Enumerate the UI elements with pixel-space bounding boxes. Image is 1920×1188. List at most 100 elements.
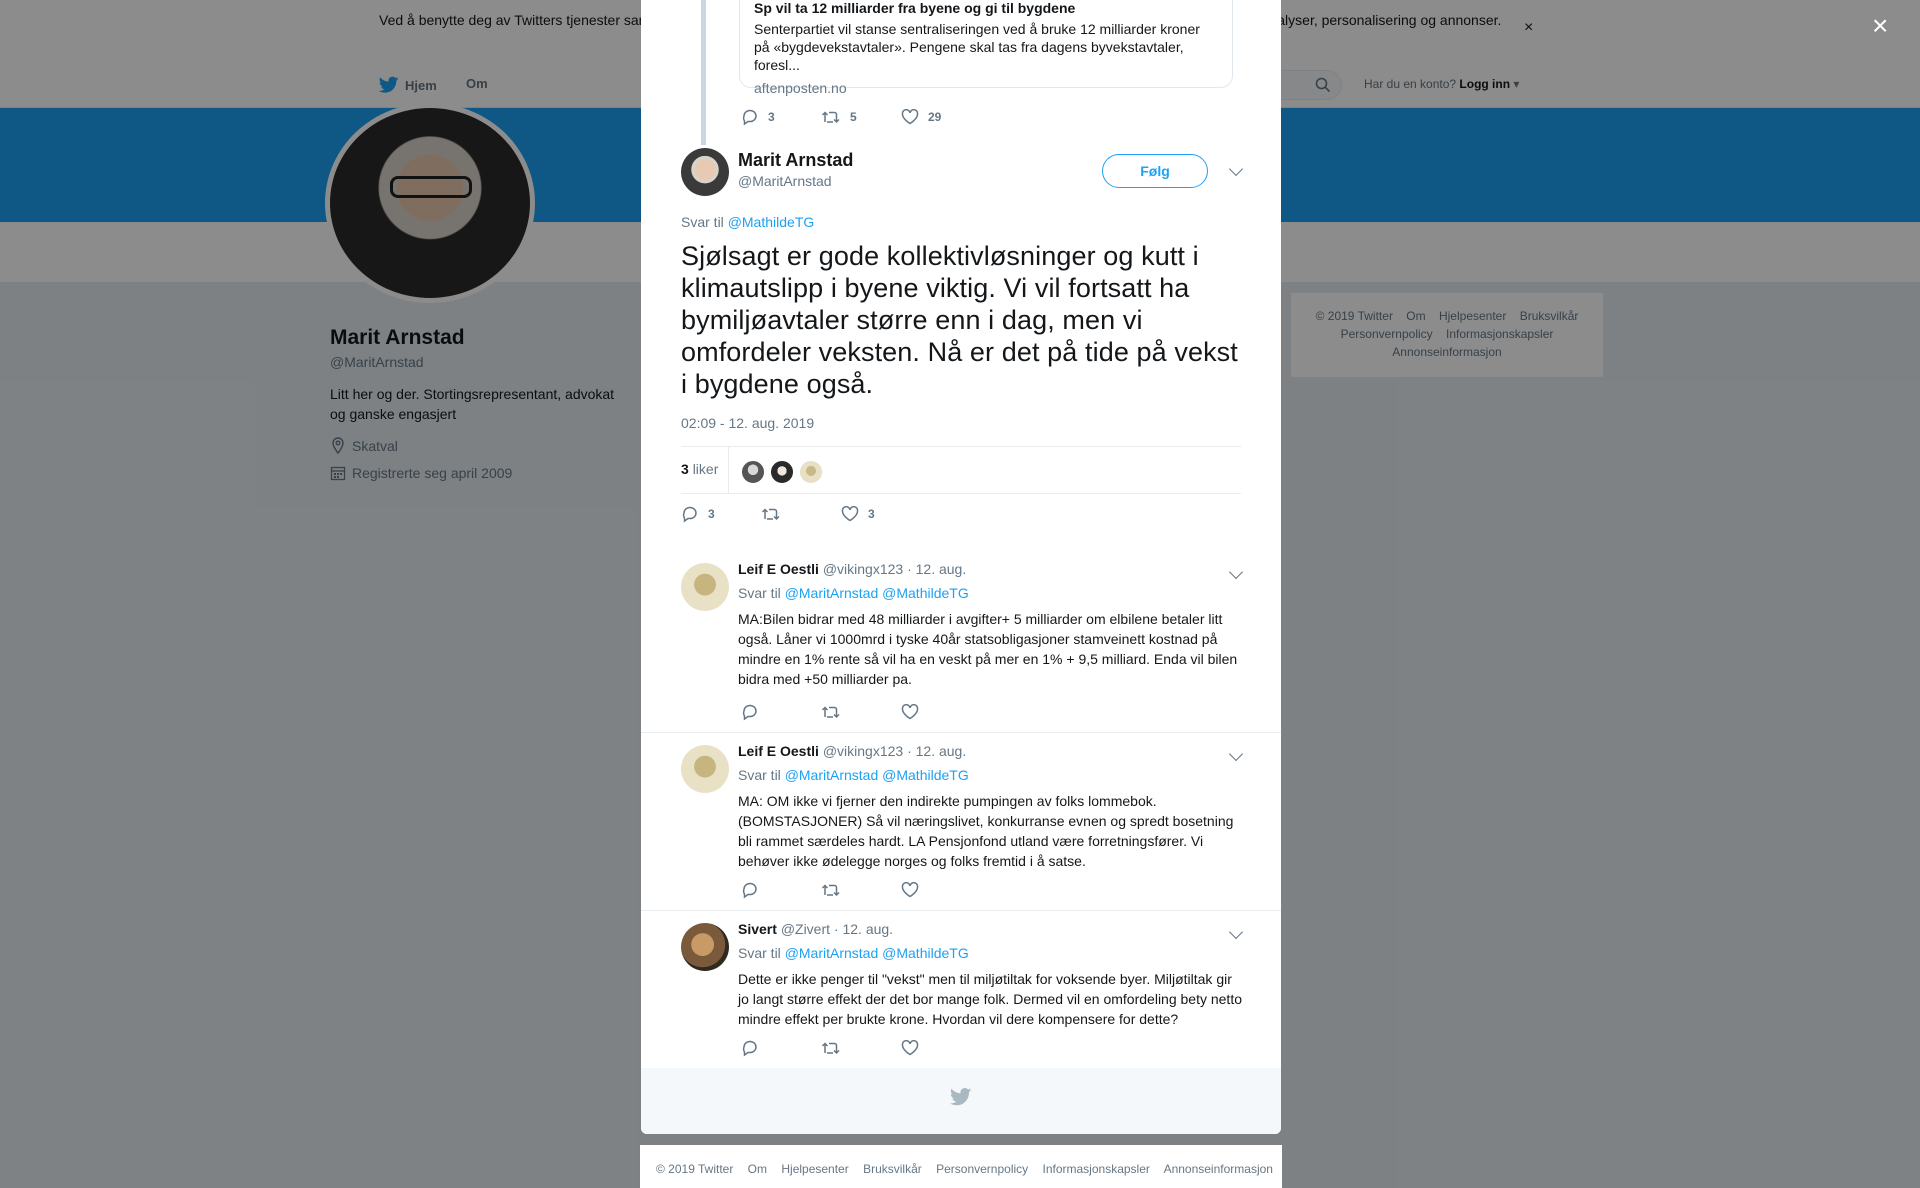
reply-actions: [741, 1039, 981, 1057]
link-card[interactable]: Sp vil ta 12 milliarder fra byene og gi …: [739, 0, 1233, 96]
close-icon[interactable]: ×: [1872, 12, 1888, 40]
retweet-icon: [821, 111, 840, 124]
reply-author-avatar[interactable]: [681, 923, 729, 971]
reply-count: 3: [768, 110, 775, 124]
chevron-down-icon[interactable]: [1228, 564, 1244, 580]
reply-author-name[interactable]: Sivert: [738, 921, 777, 937]
reply-date[interactable]: · 12. aug.: [907, 743, 966, 759]
chevron-down-icon[interactable]: [1228, 161, 1244, 177]
like-icon: [901, 882, 919, 898]
retweet-button[interactable]: [761, 505, 841, 523]
reply-author-avatar[interactable]: [681, 745, 729, 793]
reply-to-line: Svar til @MaritArnstad @MathildeTG: [738, 945, 969, 961]
link-card-title: Sp vil ta 12 milliarder fra byene og gi …: [754, 0, 1076, 16]
like-button[interactable]: [901, 703, 981, 721]
like-button[interactable]: [901, 1039, 981, 1057]
footer-link-cookies[interactable]: Informasjonskapsler: [1043, 1162, 1150, 1176]
reply-button[interactable]: [741, 1039, 821, 1057]
reply-prefix: Svar til: [738, 767, 781, 783]
footer-link-help[interactable]: Hjelpesenter: [781, 1162, 848, 1176]
mention-link[interactable]: @MaritArnstad @MathildeTG: [785, 945, 969, 961]
like-icon: [901, 1040, 919, 1056]
reply-button[interactable]: 3: [681, 505, 761, 523]
chevron-down-icon[interactable]: [1228, 746, 1244, 762]
reply-tweet[interactable]: Leif E Oestli @vikingx123 · 12. aug. Sva…: [641, 733, 1281, 911]
footer-link-about[interactable]: Om: [748, 1162, 767, 1176]
like-button[interactable]: 3: [841, 505, 921, 523]
reply-prefix: Svar til: [738, 945, 781, 961]
tweet-stats: 3 liker: [681, 446, 1241, 494]
retweet-button[interactable]: [821, 881, 901, 899]
liker-avatar[interactable]: [741, 460, 765, 484]
like-count: 3: [868, 507, 875, 521]
reply-to-line: Svar til @MaritArnstad @MathildeTG: [738, 767, 969, 783]
retweet-icon: [821, 1042, 840, 1055]
page-footer: © 2019 Twitter Om Hjelpesenter Bruksvilk…: [640, 1145, 1282, 1188]
mention-link[interactable]: @MaritArnstad @MathildeTG: [785, 585, 969, 601]
parent-tweet-actions: 3 5 29: [741, 108, 981, 126]
footer-copyright: © 2019 Twitter: [656, 1162, 734, 1176]
likes-stat[interactable]: 3 liker: [681, 461, 718, 477]
reply-author-name[interactable]: Leif E Oestli: [738, 561, 819, 577]
retweet-icon: [821, 706, 840, 719]
reply-button[interactable]: [741, 703, 821, 721]
reply-date[interactable]: · 12. aug.: [834, 921, 893, 937]
tweet-timestamp[interactable]: 02:09 - 12. aug. 2019: [681, 415, 814, 431]
reply-author-handle[interactable]: @Zivert: [781, 921, 830, 937]
reply-icon: [682, 506, 697, 523]
footer-link-privacy[interactable]: Personvernpolicy: [936, 1162, 1028, 1176]
reply-icon: [742, 1040, 757, 1057]
reply-actions: [741, 703, 981, 721]
retweet-icon: [761, 508, 780, 521]
reply-prefix: Svar til: [681, 214, 724, 230]
tweet-modal: Sp vil ta 12 milliarder fra byene og gi …: [641, 0, 1281, 1134]
reply-button[interactable]: 3: [741, 108, 821, 126]
tweet-text: Sjølsagt er gode kollektivløsninger og k…: [681, 241, 1238, 399]
tweet-author-handle[interactable]: @MaritArnstad: [738, 173, 832, 189]
reply-header: Sivert @Zivert · 12. aug.: [738, 921, 893, 937]
tweet-author-avatar[interactable]: [681, 148, 729, 196]
reply-author-handle[interactable]: @vikingx123: [823, 743, 903, 759]
like-button[interactable]: 29: [901, 108, 981, 126]
reply-icon: [742, 882, 757, 899]
reply-button[interactable]: [741, 881, 821, 899]
modal-footer: [641, 1068, 1281, 1134]
like-count: 29: [928, 110, 942, 124]
reply-to-line: Svar til @MathildeTG: [681, 214, 814, 230]
footer-link-terms[interactable]: Bruksvilkår: [863, 1162, 922, 1176]
reply-tweet[interactable]: Sivert @Zivert · 12. aug. Svar til @Mari…: [641, 911, 1281, 1068]
tweet-author-name[interactable]: Marit Arnstad: [738, 150, 853, 171]
likes-stat-count: 3: [681, 461, 689, 477]
thread-connector: [701, 0, 706, 145]
reply-icon: [742, 704, 757, 721]
retweet-icon: [821, 884, 840, 897]
tweet-actions: 3 3: [681, 505, 921, 523]
reply-author-avatar[interactable]: [681, 563, 729, 611]
liker-avatar[interactable]: [799, 460, 823, 484]
stats-divider: [728, 447, 729, 493]
like-icon: [841, 506, 859, 522]
reply-icon: [742, 109, 757, 126]
chevron-down-icon[interactable]: [1228, 924, 1244, 940]
mention-link[interactable]: @MaritArnstad @MathildeTG: [785, 767, 969, 783]
retweet-button[interactable]: [821, 703, 901, 721]
reply-tweet[interactable]: Leif E Oestli @vikingx123 · 12. aug. Sva…: [641, 551, 1281, 733]
like-button[interactable]: [901, 881, 981, 899]
reply-date[interactable]: · 12. aug.: [907, 561, 966, 577]
retweet-button[interactable]: 5: [821, 108, 901, 126]
retweet-button[interactable]: [821, 1039, 901, 1057]
liker-avatar[interactable]: [770, 460, 794, 484]
mention-link[interactable]: @MathildeTG: [728, 214, 815, 230]
reply-count: 3: [708, 507, 715, 521]
reply-author-handle[interactable]: @vikingx123: [823, 561, 903, 577]
follow-button[interactable]: Følg: [1102, 154, 1208, 188]
link-card-description: Senterpartiet vil stanse sentraliseringe…: [754, 21, 1200, 73]
reply-header: Leif E Oestli @vikingx123 · 12. aug.: [738, 743, 966, 759]
reply-header: Leif E Oestli @vikingx123 · 12. aug.: [738, 561, 966, 577]
twitter-bird-icon: [950, 1088, 972, 1106]
reply-to-line: Svar til @MaritArnstad @MathildeTG: [738, 585, 969, 601]
footer-link-ads[interactable]: Annonseinformasjon: [1164, 1162, 1273, 1176]
reply-actions: [741, 881, 981, 899]
like-icon: [901, 704, 919, 720]
reply-author-name[interactable]: Leif E Oestli: [738, 743, 819, 759]
